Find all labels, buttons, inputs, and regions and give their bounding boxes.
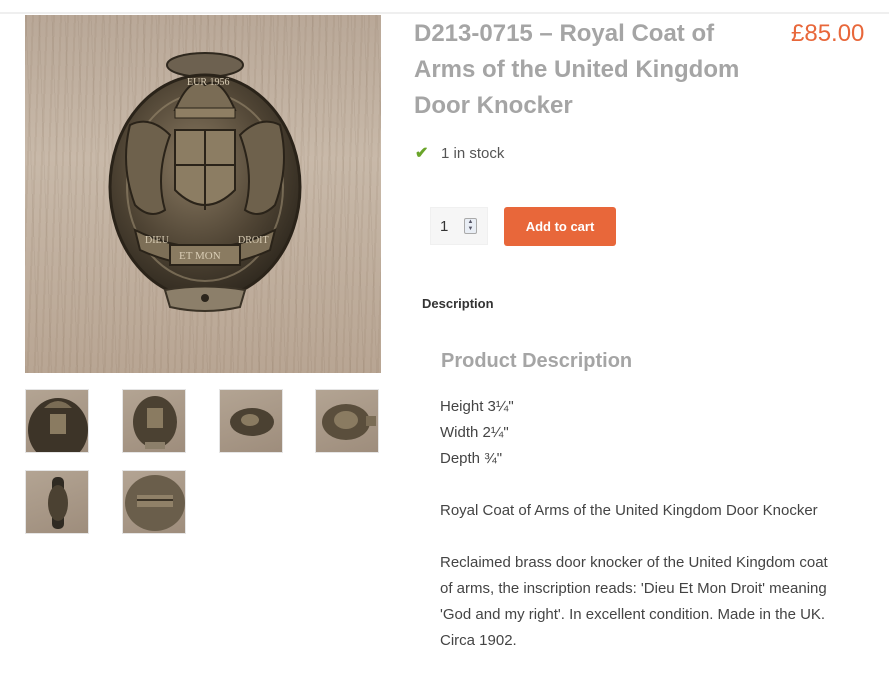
- thumbnail-1[interactable]: [25, 389, 89, 453]
- dimension-width: Width 2¼": [440, 424, 509, 441]
- thumbnail-4[interactable]: [315, 389, 379, 453]
- tab-description[interactable]: Description: [422, 296, 494, 311]
- dimension-height: Height 3¼": [440, 398, 514, 415]
- bottom-inscription-text: ET MON: [179, 250, 221, 262]
- thumb-angled-view-image: [322, 404, 376, 440]
- product-title: D213-0715 – Royal Coat of Arms of the Un…: [414, 20, 740, 119]
- description-summary: Royal Coat of Arms of the United Kingdom…: [440, 502, 818, 519]
- quantity-value[interactable]: 1: [431, 218, 464, 235]
- dimension-depth: Depth ¾": [440, 450, 503, 467]
- header-divider: [0, 12, 889, 14]
- door-knocker-illustration: EUR 1956 ET MON DIEU DROIT: [108, 52, 302, 312]
- motto-right-text: DROIT: [238, 235, 269, 246]
- spinner-up-icon[interactable]: ▲: [468, 219, 474, 226]
- thumb-side-view-image: [230, 408, 274, 436]
- add-to-cart-button[interactable]: Add to cart: [504, 207, 616, 246]
- product-price: £85.00: [791, 20, 865, 47]
- thumb-back-view-image: [125, 475, 185, 531]
- stock-status: ✔ 1 in stock: [415, 143, 504, 163]
- thumbnail-5[interactable]: [25, 470, 89, 534]
- check-icon: ✔: [415, 145, 429, 162]
- stock-text: 1 in stock: [441, 144, 505, 162]
- description-body: Height 3¼" Width 2¼" Depth ¾" Royal Coat…: [440, 394, 840, 654]
- description-heading: Product Description: [441, 350, 633, 372]
- motto-left-text: DIEU: [145, 235, 170, 246]
- spinner-down-icon[interactable]: ▼: [468, 226, 474, 233]
- thumb-front-closeup-image: [28, 398, 88, 452]
- thumbnail-6[interactable]: [122, 470, 186, 534]
- description-details: Reclaimed brass door knocker of the Unit…: [440, 554, 828, 649]
- thumb-edge-view-image: [48, 477, 68, 529]
- thumbnail-2[interactable]: [122, 389, 186, 453]
- top-inscription-text: EUR 1956: [187, 77, 230, 88]
- quantity-stepper[interactable]: 1 ▲ ▼: [430, 207, 488, 245]
- thumb-front-full-image: [133, 396, 177, 449]
- main-product-image[interactable]: EUR 1956 ET MON DIEU DROIT: [25, 15, 381, 373]
- spinner-arrows-icon[interactable]: ▲ ▼: [464, 218, 477, 234]
- thumbnail-3[interactable]: [219, 389, 283, 453]
